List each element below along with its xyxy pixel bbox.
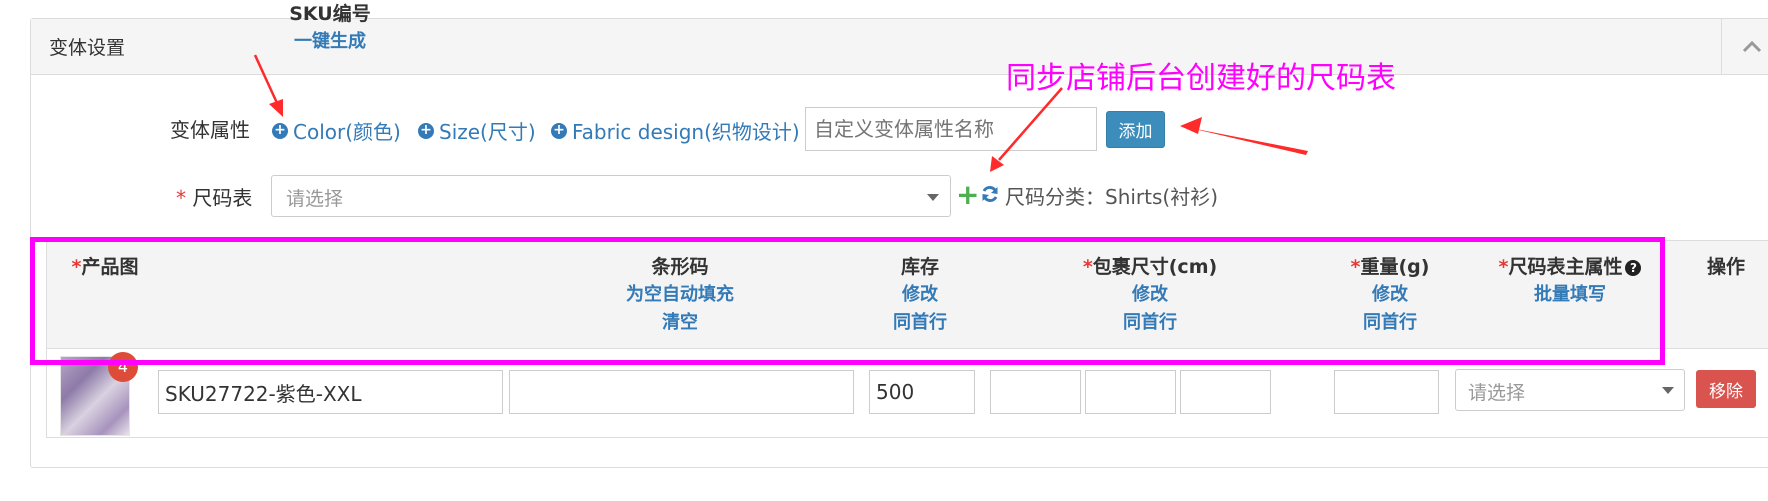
- generate-sku-link[interactable]: 一键生成: [220, 28, 440, 56]
- panel-title: 变体设置: [49, 37, 126, 59]
- copy-first-row-stock-link[interactable]: 同首行: [860, 309, 980, 337]
- header-stock: 库存 修改 同首行: [860, 253, 980, 337]
- attr-option-size[interactable]: + Size(尺寸): [418, 116, 536, 145]
- header-title: 操作: [1706, 256, 1745, 278]
- header-actions: 操作: [1688, 253, 1764, 281]
- main-attr-placeholder: 请选择: [1468, 382, 1526, 404]
- sku-input[interactable]: [158, 370, 503, 414]
- size-chart-label-text: 尺码表: [192, 186, 253, 210]
- size-chart-select[interactable]: 请选择: [271, 175, 951, 217]
- chevron-down-icon: [927, 194, 939, 201]
- batch-fill-link[interactable]: 批量填写: [1480, 281, 1660, 309]
- weight-input[interactable]: [1334, 370, 1439, 414]
- size-main-attr-select[interactable]: 请选择: [1455, 369, 1685, 411]
- header-sku: SKU编号 一键生成: [220, 0, 440, 56]
- plus-circle-icon: +: [551, 122, 567, 139]
- chevron-down-icon: [1662, 387, 1674, 394]
- variant-attr-label: 变体属性: [170, 118, 250, 142]
- required-mark: *: [176, 186, 186, 210]
- package-width-input[interactable]: [1085, 370, 1176, 414]
- header-title: SKU编号: [289, 3, 371, 25]
- required-mark: *: [1082, 256, 1093, 278]
- header-package-size: *包裹尺寸(cm) 修改 同首行: [1060, 253, 1240, 337]
- edit-weight-link[interactable]: 修改: [1320, 281, 1460, 309]
- add-size-chart-icon[interactable]: +: [956, 181, 979, 209]
- refresh-icon[interactable]: [980, 184, 1000, 204]
- header-title: 产品图: [81, 256, 139, 278]
- header-title: 库存: [900, 256, 939, 278]
- header-weight: *重量(g) 修改 同首行: [1320, 253, 1460, 337]
- attr-option-color[interactable]: + Color(颜色): [272, 116, 401, 145]
- autofill-barcode-link[interactable]: 为空自动填充: [560, 281, 800, 309]
- header-title: 重量(g): [1360, 256, 1430, 278]
- attr-option-label: Fabric design(织物设计): [572, 120, 800, 144]
- edit-package-size-link[interactable]: 修改: [1060, 281, 1240, 309]
- header-barcode: 条形码 为空自动填充 清空: [560, 253, 800, 337]
- header-title: 包裹尺寸(cm): [1092, 256, 1218, 278]
- image-count-badge: 4: [108, 352, 138, 382]
- attr-option-label: Color(颜色): [293, 120, 401, 144]
- header-title: 条形码: [651, 256, 709, 278]
- header-product-image: *产品图: [40, 253, 170, 281]
- annotation-text: 同步店铺后台创建好的尺码表: [1006, 61, 1396, 96]
- required-mark: *: [71, 256, 82, 278]
- add-button[interactable]: 添加: [1106, 111, 1165, 148]
- collapse-button[interactable]: [1721, 19, 1768, 75]
- size-category-text: 尺码分类：Shirts(衬衫): [1005, 185, 1219, 209]
- required-mark: *: [1498, 256, 1509, 278]
- question-circle-icon[interactable]: ?: [1625, 260, 1642, 276]
- package-height-input[interactable]: [1180, 370, 1271, 414]
- remove-row-button[interactable]: 移除: [1696, 370, 1756, 408]
- attr-option-label: Size(尺寸): [439, 120, 536, 144]
- plus-circle-icon: +: [272, 122, 288, 139]
- header-size-main-attr: *尺码表主属性? 批量填写: [1480, 253, 1660, 309]
- chevron-up-icon: [1742, 41, 1761, 53]
- barcode-input[interactable]: [509, 370, 854, 414]
- plus-circle-icon: +: [418, 122, 434, 139]
- attr-option-fabric-design[interactable]: + Fabric design(织物设计): [551, 116, 800, 145]
- size-chart-label: * 尺码表: [176, 182, 252, 211]
- header-title: 尺码表主属性: [1508, 256, 1623, 278]
- edit-stock-link[interactable]: 修改: [860, 281, 980, 309]
- size-chart-placeholder: 请选择: [286, 188, 344, 210]
- required-mark: *: [1350, 256, 1361, 278]
- stock-input[interactable]: [869, 370, 975, 414]
- copy-first-row-package-link[interactable]: 同首行: [1060, 309, 1240, 337]
- clear-barcode-link[interactable]: 清空: [560, 309, 800, 337]
- package-length-input[interactable]: [990, 370, 1081, 414]
- custom-attr-input[interactable]: [805, 107, 1097, 151]
- copy-first-row-weight-link[interactable]: 同首行: [1320, 309, 1460, 337]
